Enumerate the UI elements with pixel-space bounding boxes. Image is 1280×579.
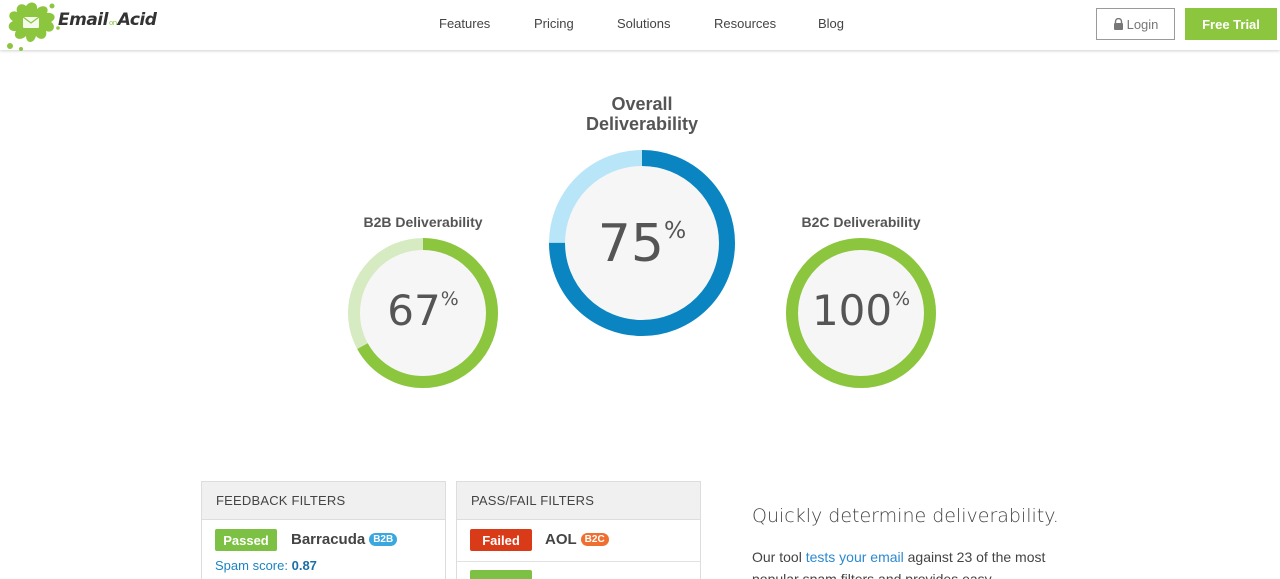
filter-name-text: AOL — [545, 531, 577, 548]
main-nav: Features Pricing Solutions Resources Blo… — [0, 16, 1280, 32]
nav-solutions[interactable]: Solutions — [617, 16, 670, 31]
lock-icon — [1113, 18, 1123, 30]
filter-row[interactable]: Failed AOL B2C — [457, 520, 700, 562]
overall-value-number: 75 — [597, 214, 664, 274]
b2b-gauge-title: B2B Deliverability — [363, 214, 483, 230]
status-badge-failed: Failed — [470, 529, 532, 551]
login-label: Login — [1126, 16, 1159, 32]
overall-gauge-value: 75% — [547, 214, 737, 274]
filter-name-text: Barracuda — [291, 531, 366, 548]
b2c-value-number: 100 — [811, 286, 893, 335]
section-description: Our tool tests your email against 23 of … — [752, 546, 1052, 579]
status-badge-partial — [470, 570, 532, 579]
overall-title-line2: Deliverability — [585, 114, 699, 134]
feedback-filters-panel: FEEDBACK FILTERS Passed Barracuda B2B Spa… — [201, 481, 446, 579]
spam-score-label: Spam score: — [215, 558, 288, 573]
b2b-value-unit: % — [440, 287, 459, 310]
nav-blog[interactable]: Blog — [818, 16, 844, 31]
overall-gauge-title: Overall Deliverability — [572, 94, 712, 134]
b2c-value-unit: % — [892, 287, 911, 310]
section-heading: Quickly determine deliverability. — [752, 505, 1059, 527]
b2b-tag: B2B — [369, 533, 398, 546]
feedback-filters-heading: FEEDBACK FILTERS — [202, 482, 445, 520]
tests-your-email-link[interactable]: tests your email — [806, 549, 904, 565]
nav-resources[interactable]: Resources — [714, 16, 776, 31]
nav-pricing[interactable]: Pricing — [534, 16, 574, 31]
b2b-value-number: 67 — [387, 286, 441, 335]
filter-row[interactable]: Passed Barracuda B2B Spam score: 0.87 — [202, 520, 445, 579]
passfail-filters-heading: PASS/FAIL FILTERS — [457, 482, 700, 520]
b2b-gauge-value: 67% — [347, 286, 499, 335]
passfail-filters-panel: PASS/FAIL FILTERS Failed AOL B2C — [456, 481, 701, 579]
spam-score-value: 0.87 — [291, 558, 317, 573]
nav-features[interactable]: Features — [439, 16, 490, 31]
filter-name: Barracuda B2B — [291, 531, 398, 548]
overall-title-line1: Overall — [611, 94, 673, 114]
overall-value-unit: % — [663, 216, 687, 245]
b2c-gauge-value: 100% — [785, 286, 937, 335]
filter-name: AOL B2C — [545, 531, 609, 548]
spam-score: Spam score: 0.87 — [215, 558, 317, 573]
status-badge-passed: Passed — [215, 529, 277, 551]
b2c-tag: B2C — [580, 533, 609, 546]
b2c-gauge-title: B2C Deliverability — [801, 214, 921, 230]
description-text-start: Our tool — [752, 549, 806, 565]
site-header: EmailonAcid Features Pricing Solutions R… — [0, 0, 1280, 51]
filter-row-partial[interactable] — [457, 562, 700, 579]
login-button[interactable]: Login — [1096, 8, 1175, 40]
free-trial-button[interactable]: Free Trial — [1185, 8, 1277, 40]
